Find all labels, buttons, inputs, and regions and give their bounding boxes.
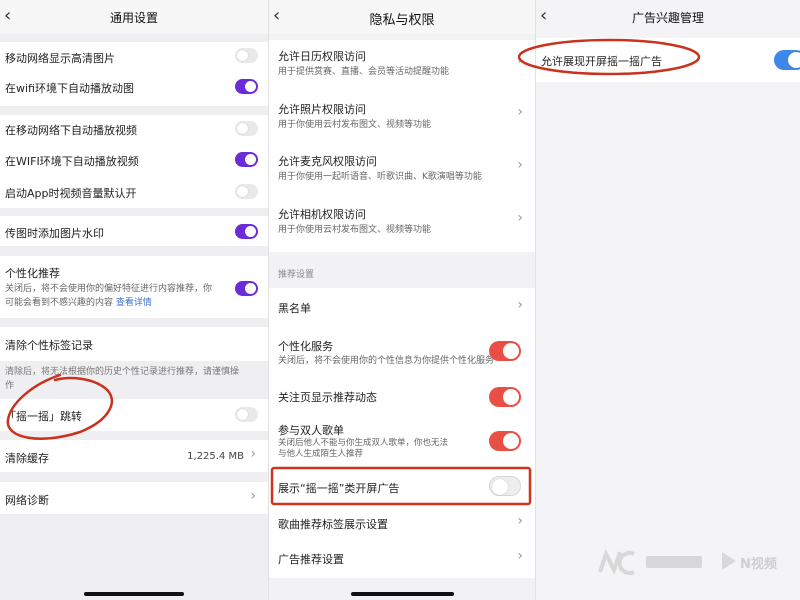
setting-label: 网络诊断 xyxy=(5,494,49,507)
setting-description: 用于你使用一起听语音、听歌识曲、K歌演唱等功能 xyxy=(278,172,482,182)
chevron-right-icon: › xyxy=(517,513,523,529)
setting-label: 关注页显示推荐动态 xyxy=(278,391,377,404)
chevron-right-icon: › xyxy=(517,297,523,313)
general-settings-panel: ‹ 通用设置 移动网络显示高清图片 在wifi环境下自动播放动图 在移动网络下自… xyxy=(0,0,268,600)
page-title: 广告兴趣管理 xyxy=(631,11,704,25)
shake-splash-ad-toggle[interactable] xyxy=(489,476,521,496)
setting-label: 黑名单 xyxy=(278,302,311,315)
setting-label: 移动网络显示高清图片 xyxy=(5,52,115,65)
privacy-permissions-panel: ‹ 隐私与权限 允许日历权限访问 用于提供赏赛、直播、会员等活动提醒功能 › 允… xyxy=(268,0,535,600)
recommend-settings-group: 黑名单 › 个性化服务 关闭后，将不会使用你的个性信息为你提供个性化服务 关注页… xyxy=(269,288,535,578)
watermark-row: 传图时添加图片水印 xyxy=(0,216,268,246)
setting-description: 用于提供赏赛、直播、会员等活动提醒功能 xyxy=(278,67,450,77)
setting-label: 允许日历权限访问 xyxy=(278,50,366,63)
setting-description: 关闭后，将不会使用你的偏好特征进行内容推荐，你 可能会看到不感兴趣的内容 查看详… xyxy=(5,284,213,308)
setting-label: 展示“摇一摇”类开屏广告 xyxy=(278,482,400,495)
personalized-recommend-toggle[interactable] xyxy=(235,281,258,296)
shake-splash-ad-row: 允许展现开屏摇一摇广告 xyxy=(536,38,800,82)
clear-cache-row[interactable]: 清除缓存 1,225.4 MB › xyxy=(0,440,268,472)
setting-label: 在wifi环境下自动播放动图 xyxy=(5,82,134,95)
setting-label: 广告推荐设置 xyxy=(278,553,344,566)
watermark-logo: N视频 xyxy=(596,544,796,584)
setting-description: 关闭后，将不会使用你的个性信息为你提供个性化服务 xyxy=(278,356,495,366)
setting-label: 允许展现开屏摇一摇广告 xyxy=(541,55,662,68)
chevron-right-icon: › xyxy=(517,104,523,120)
setting-label: 「摇一摇」跳转 xyxy=(5,410,82,423)
setting-label: 启动App时视频音量默认开 xyxy=(5,187,137,200)
network-diagnosis-row[interactable]: 网络诊断 › xyxy=(0,482,268,514)
shake-jump-row: 「摇一摇」跳转 xyxy=(0,399,268,431)
follow-feed-recommend-toggle[interactable] xyxy=(489,387,521,407)
default-volume-toggle[interactable] xyxy=(235,184,258,199)
setting-label: 允许相机权限访问 xyxy=(278,208,366,221)
nc-logo-icon xyxy=(598,548,702,576)
nav-bar: ‹ 通用设置 xyxy=(0,0,268,34)
play-icon xyxy=(722,552,736,570)
setting-label: 歌曲推荐标签展示设置 xyxy=(278,518,388,531)
brand-text: N视频 xyxy=(740,557,777,572)
home-indicator xyxy=(351,592,454,596)
view-details-link[interactable]: 查看详情 xyxy=(116,298,152,308)
wifi-video-autoplay-toggle[interactable] xyxy=(235,152,258,167)
page-title: 通用设置 xyxy=(109,11,158,25)
nav-bar: ‹ 广告兴趣管理 xyxy=(536,0,800,34)
setting-label: 个性化推荐 xyxy=(5,267,60,280)
duo-playlist-toggle[interactable] xyxy=(489,431,521,451)
wifi-gif-autoplay-toggle[interactable] xyxy=(235,79,258,94)
media-group: 移动网络显示高清图片 在wifi环境下自动播放动图 xyxy=(0,42,268,106)
personal-service-toggle[interactable] xyxy=(489,341,521,361)
chevron-right-icon: › xyxy=(517,157,523,173)
allow-shake-ad-toggle[interactable] xyxy=(774,50,800,70)
setting-label: 允许麦克风权限访问 xyxy=(278,155,377,168)
setting-label: 参与双人歌单 xyxy=(278,424,344,437)
setting-description: 用于你使用云村发布图文、视频等功能 xyxy=(278,225,432,235)
image-watermark-toggle[interactable] xyxy=(235,224,258,239)
mobile-video-autoplay-toggle[interactable] xyxy=(235,121,258,136)
hd-images-toggle[interactable] xyxy=(235,48,258,63)
section-header: 推荐设置 xyxy=(278,270,315,280)
chevron-right-icon: › xyxy=(517,52,523,68)
setting-label: 在移动网络下自动播放视频 xyxy=(5,124,137,137)
personalized-recommend-row: 个性化推荐 关闭后，将不会使用你的偏好特征进行内容推荐，你 可能会看到不感兴趣的… xyxy=(0,256,268,318)
video-group: 在移动网络下自动播放视频 在WIFI环境下自动播放视频 启动App时视频音量默认… xyxy=(0,115,268,208)
home-indicator xyxy=(84,592,184,596)
setting-label: 允许照片权限访问 xyxy=(278,103,366,116)
setting-label: 清除缓存 xyxy=(5,452,49,465)
clear-tags-row[interactable]: 清除个性标签记录 xyxy=(0,327,268,361)
permissions-group: 允许日历权限访问 用于提供赏赛、直播、会员等活动提醒功能 › 允许照片权限访问 … xyxy=(269,40,535,252)
setting-label: 个性化服务 xyxy=(278,340,333,353)
chevron-right-icon: › xyxy=(250,488,256,504)
setting-label: 在WIFI环境下自动播放视频 xyxy=(5,155,139,168)
setting-label: 传图时添加图片水印 xyxy=(5,227,104,240)
nav-bar: ‹ 隐私与权限 xyxy=(269,0,535,34)
cache-size: 1,225.4 MB xyxy=(187,451,244,462)
shake-jump-toggle[interactable] xyxy=(235,407,258,422)
chevron-right-icon: › xyxy=(517,548,523,564)
setting-description: 关闭后他人不能与你生成双人歌单，你也无法 与他人生成陌生人推荐 xyxy=(278,438,449,459)
chevron-right-icon: › xyxy=(250,446,256,462)
setting-label: 清除个性标签记录 xyxy=(5,339,93,352)
page-title: 隐私与权限 xyxy=(369,13,435,28)
clear-tags-description: 清除后，将无法根据你的历史个性记录进行推荐，请谨慎操 作 xyxy=(5,367,240,391)
chevron-right-icon: › xyxy=(517,210,523,226)
setting-description: 用于你使用云村发布图文、视频等功能 xyxy=(278,120,432,130)
ad-interest-panel: ‹ 广告兴趣管理 允许展现开屏摇一摇广告 N视频 xyxy=(535,0,800,600)
